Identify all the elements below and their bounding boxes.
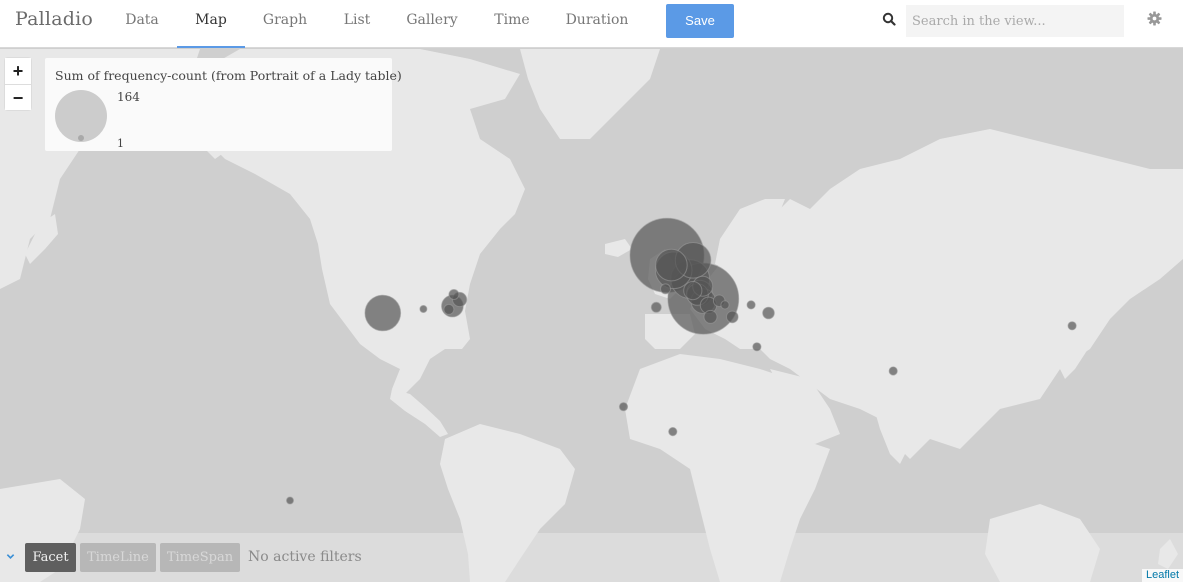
- map-bubble[interactable]: Japan: 2: [1067, 321, 1077, 331]
- zoom-in-button[interactable]: +: [5, 58, 31, 84]
- tab-map[interactable]: Map: [177, 0, 245, 48]
- tab-list[interactable]: List: [334, 0, 380, 48]
- map-legend: Sum of frequency-count (from Portrait of…: [45, 58, 402, 151]
- save-button[interactable]: Save: [666, 4, 734, 38]
- map-bubble[interactable]: Asia Minor: 4: [762, 306, 775, 320]
- tab-duration[interactable]: Duration: [560, 0, 634, 48]
- tab-data[interactable]: Data: [118, 0, 166, 48]
- tab-graph[interactable]: Graph: [257, 0, 313, 48]
- map-bubble[interactable]: Paris area: 30: [655, 248, 688, 282]
- filter-status: No active filters: [248, 549, 362, 565]
- map-bubble[interactable]: Constantinople: 2: [746, 300, 756, 310]
- map-bubble[interactable]: Ohio: 1.5: [419, 305, 428, 313]
- map-bubble[interactable]: Philadelphia: 3: [443, 303, 455, 315]
- land-central-america: [390, 389, 448, 437]
- zoom-out-button[interactable]: −: [5, 84, 31, 110]
- legend-title: Sum of frequency-count (from Portrait of…: [55, 68, 402, 83]
- map-bubble[interactable]: Sicily: 5: [703, 309, 718, 324]
- map-bubble[interactable]: Madrid: 3: [650, 301, 662, 313]
- zoom-control: + −: [5, 58, 31, 110]
- filter-bar: Facet TimeLine TimeSpan No active filter…: [0, 533, 1183, 582]
- map-bubble[interactable]: Genoa: 10: [683, 281, 703, 301]
- map-bubble[interactable]: Gulf of Guinea: 2: [668, 427, 678, 437]
- timespan-filter-button[interactable]: TimeSpan: [160, 543, 240, 572]
- land-greenland: [520, 49, 660, 139]
- map-bubble[interactable]: Egypt: 2: [752, 342, 762, 352]
- map-bubble[interactable]: Albany: 3: [448, 289, 460, 300]
- legend-min-circle: [78, 135, 84, 141]
- tab-time[interactable]: Time: [487, 0, 537, 48]
- legend-max-label: 164: [117, 90, 140, 104]
- map-view[interactable]: British Isles (London): 164Italy (Rome /…: [0, 49, 1183, 582]
- legend-min-label: 1: [117, 137, 124, 150]
- map-bubble[interactable]: Kansas: 38: [364, 294, 402, 332]
- legend-max-circle: [55, 90, 107, 142]
- timeline-filter-button[interactable]: TimeLine: [80, 543, 156, 572]
- chevron-down-icon[interactable]: [6, 552, 15, 561]
- map-bubble[interactable]: Atlantic Ocean: 2: [618, 402, 629, 412]
- leaflet-attribution-link[interactable]: Leaflet: [1141, 569, 1183, 582]
- map-bubble[interactable]: India: 2: [888, 366, 898, 376]
- map-bubble[interactable]: South Pacific: 1.5: [286, 496, 294, 505]
- search-icon: [882, 12, 896, 26]
- map-bubble[interactable]: Greece: 4: [726, 310, 739, 324]
- map-bubble[interactable]: Albania: 2: [720, 300, 730, 310]
- tab-gallery[interactable]: Gallery: [400, 0, 464, 48]
- gear-icon[interactable]: [1147, 11, 1162, 26]
- search-input[interactable]: [906, 5, 1124, 37]
- map-bubble[interactable]: Bordeaux: 3: [660, 283, 671, 295]
- land-india: [870, 394, 925, 464]
- land-iceland: [605, 239, 632, 257]
- app-logo[interactable]: Palladio: [15, 8, 93, 30]
- facet-filter-button[interactable]: Facet: [25, 543, 76, 572]
- top-nav-bar: Palladio Data Map Graph List Gallery Tim…: [0, 0, 1183, 48]
